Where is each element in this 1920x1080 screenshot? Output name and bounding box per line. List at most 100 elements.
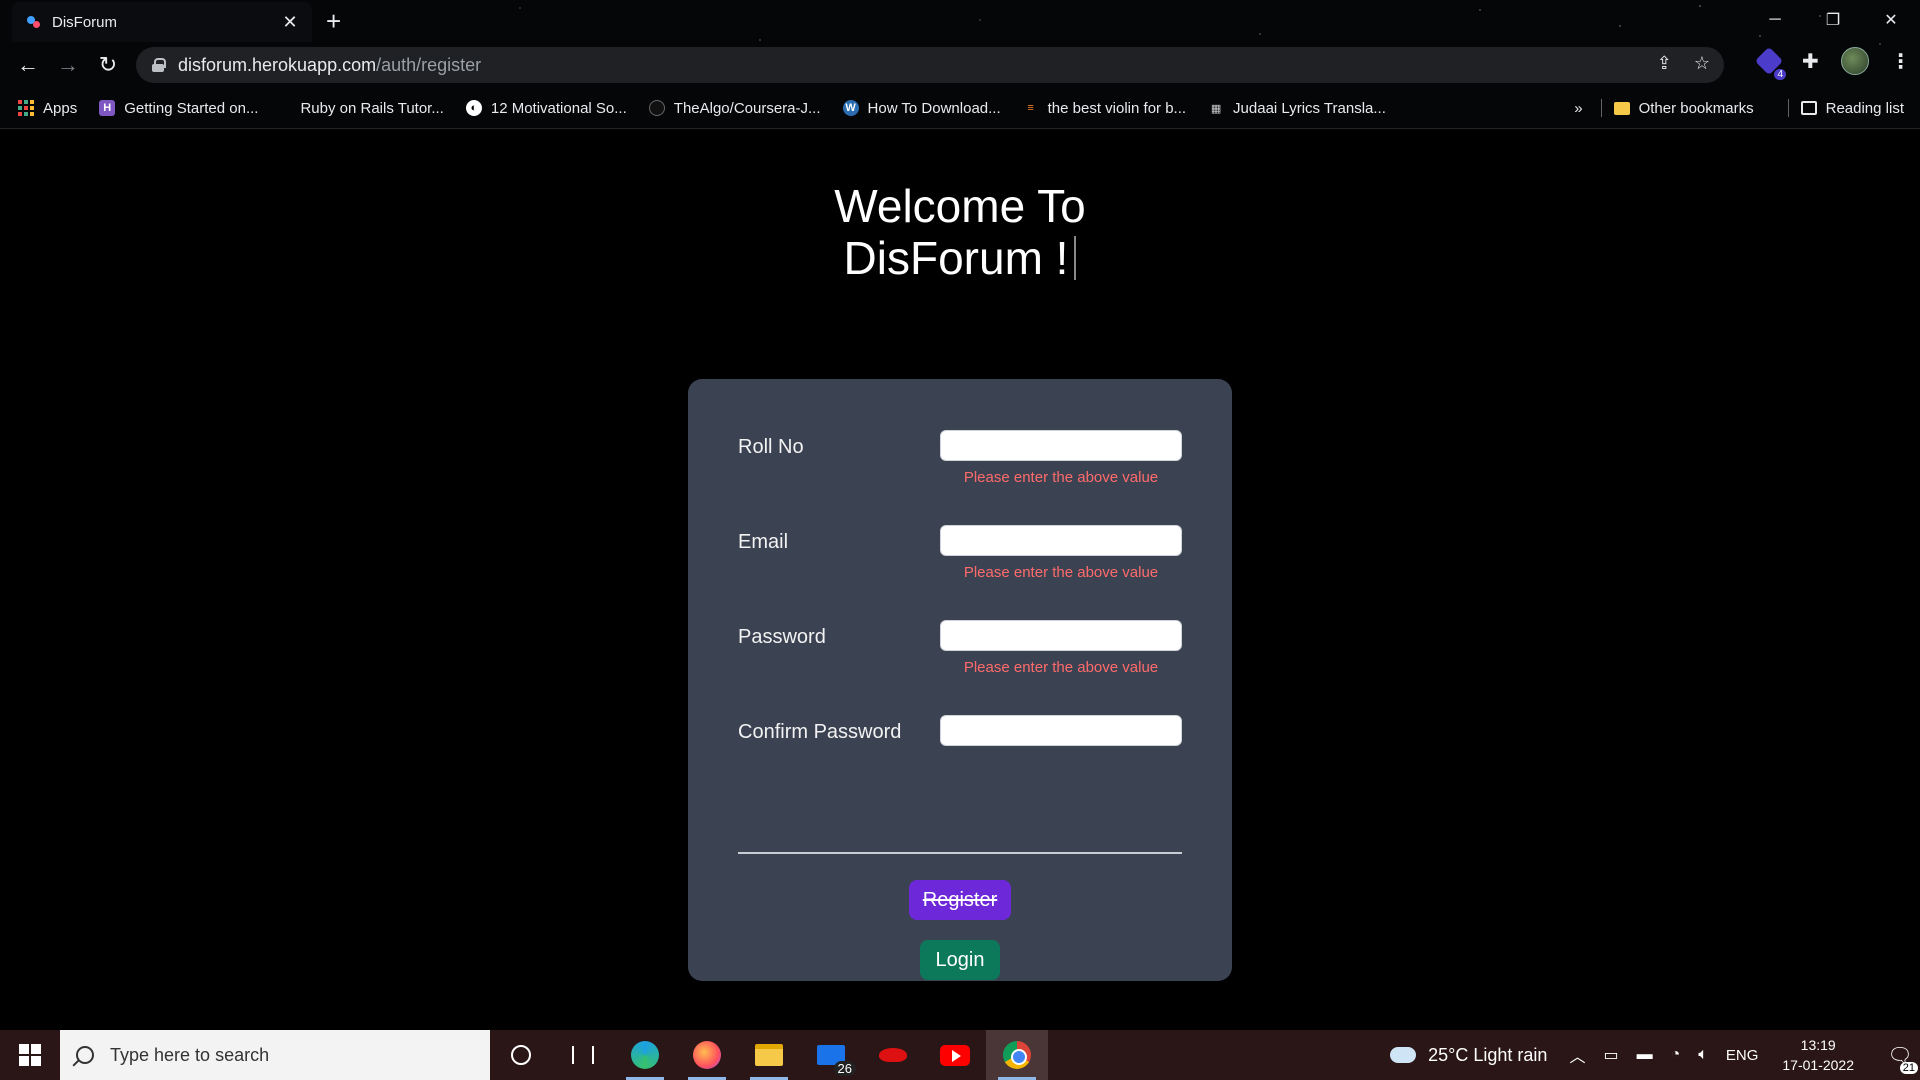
volume-icon[interactable]: 🔈︎ — [1698, 1046, 1708, 1064]
browser-frame: DisForum ✕ + ─ ❐ ✕ ← → ↻ disforum.heroku… — [0, 0, 1920, 130]
globe-icon: ◐ — [465, 100, 482, 116]
battery-icon[interactable]: ▬ — [1637, 1046, 1653, 1064]
bookmark-ruby-on-rails[interactable]: Ruby on Rails Tutor... — [300, 100, 443, 117]
bookmark-apps[interactable]: Apps — [18, 100, 77, 117]
bookmark-label: Ruby on Rails Tutor... — [300, 99, 444, 117]
start-button[interactable] — [0, 1030, 60, 1080]
bookmark-label: 12 Motivational So... — [490, 99, 627, 117]
url-path: /auth/register — [376, 54, 482, 75]
bookmarks-divider — [1787, 99, 1789, 117]
email-label: Email — [738, 531, 789, 553]
meet-now-icon[interactable]: ▭ — [1603, 1045, 1618, 1065]
stackoverflow-icon: ≡ — [1027, 102, 1034, 114]
profile-avatar[interactable] — [1840, 47, 1869, 75]
taskbar-file-explorer[interactable] — [738, 1030, 800, 1080]
tab-close-icon[interactable]: ✕ — [280, 12, 300, 33]
register-button[interactable]: Register — [909, 880, 1011, 920]
bookmarks-overflow-icon[interactable]: » — [1574, 100, 1582, 117]
taskbar-chrome[interactable] — [986, 1030, 1048, 1080]
form-divider — [738, 852, 1182, 854]
system-tray: 25°C Light rain ︿ ▭ ▬ ◔ 🔈︎ ENG 13:19 17-… — [1390, 1030, 1920, 1080]
bookmark-label: How To Download... — [867, 99, 1001, 117]
task-view-icon — [572, 1046, 594, 1064]
red-app-icon — [879, 1048, 907, 1062]
clock[interactable]: 13:19 17-01-2022 — [1782, 1035, 1854, 1075]
login-button[interactable]: Login — [920, 940, 1000, 980]
bookmark-judaai-lyrics[interactable]: ▦ Judaai Lyrics Transla... — [1208, 100, 1386, 117]
taskbar-search-placeholder: Type here to search — [110, 1044, 270, 1065]
new-tab-button[interactable]: + — [326, 6, 341, 36]
page-divider — [0, 128, 1920, 129]
bookmark-thealgo[interactable]: TheAlgo/Coursera-J... — [648, 99, 821, 117]
taskbar-youtube[interactable] — [924, 1030, 986, 1080]
other-bookmarks[interactable]: Other bookmarks — [1613, 100, 1754, 117]
bookmark-label: Apps — [43, 99, 78, 117]
password-input[interactable] — [940, 620, 1182, 651]
clock-time: 13:19 — [1800, 1037, 1836, 1053]
bookmark-best-violin[interactable]: ≡ the best violin for b... — [1023, 100, 1186, 117]
share-icon[interactable]: ⇪ — [1657, 53, 1672, 74]
github-icon — [648, 100, 665, 116]
window-controls: ─ ❐ ✕ — [1746, 0, 1920, 40]
folder-icon — [1613, 101, 1630, 115]
bookmark-motivational[interactable]: ◐ 12 Motivational So... — [465, 99, 627, 117]
password-error: Please enter the above value — [963, 659, 1159, 676]
title-line-2: DisForum ! — [843, 232, 1069, 284]
minimize-icon[interactable]: ─ — [1746, 0, 1804, 40]
title-line-1: Welcome To — [834, 180, 1086, 232]
confirm-password-input[interactable] — [940, 715, 1182, 746]
taskbar-firefox[interactable] — [676, 1030, 738, 1080]
bookmark-how-to-download[interactable]: W How To Download... — [842, 99, 1001, 117]
forward-icon[interactable]: → — [48, 45, 88, 85]
lock-icon[interactable] — [152, 58, 166, 72]
bookmark-label: TheAlgo/Coursera-J... — [673, 99, 821, 117]
tab-title: DisForum — [52, 13, 118, 31]
reload-icon[interactable]: ↻ — [88, 45, 128, 85]
browser-tab[interactable]: DisForum ✕ — [12, 2, 312, 42]
notification-center[interactable]: 🗨︎ 21 — [1880, 1030, 1920, 1080]
roll-no-input[interactable] — [940, 430, 1182, 461]
browser-toolbar: ← → ↻ disforum.herokuapp.com/auth/regist… — [0, 42, 1920, 88]
bookmark-star-icon[interactable]: ☆ — [1694, 53, 1710, 74]
password-label: Password — [738, 626, 826, 648]
bookmark-label: Getting Started on... — [124, 99, 259, 117]
chevron-up-icon[interactable]: ︿ — [1569, 1043, 1585, 1067]
confirm-password-label: Confirm Password — [738, 721, 902, 743]
email-error: Please enter the above value — [963, 564, 1159, 581]
extension-badge: 4 — [1774, 69, 1786, 80]
clapper-icon: ▦ — [1210, 102, 1222, 115]
search-icon — [76, 1046, 94, 1064]
cloud-rain-icon[interactable] — [1390, 1047, 1417, 1063]
task-view-button[interactable] — [552, 1030, 614, 1080]
taskbar-edge[interactable] — [614, 1030, 676, 1080]
address-bar[interactable]: disforum.herokuapp.com/auth/register ⇪ ☆ — [136, 47, 1724, 83]
language-indicator[interactable]: ENG — [1726, 1047, 1759, 1064]
taskbar-mail[interactable]: 26 — [800, 1030, 862, 1080]
roll-no-error: Please enter the above value — [963, 469, 1159, 486]
extension-icon[interactable]: 4 — [1754, 46, 1786, 80]
page-title: Welcome To DisForum ! — [0, 180, 1920, 284]
cortana-icon — [511, 1045, 531, 1065]
text-cursor — [1074, 236, 1077, 280]
bookmarks-bar: Apps H Getting Started on... Ruby on Rai… — [0, 93, 1920, 123]
windows-taskbar: Type here to search 26 25°C Light rain ︿… — [0, 1030, 1920, 1080]
url-host: disforum.herokuapp.com — [178, 54, 377, 75]
cortana-button[interactable] — [490, 1030, 552, 1080]
weather-text[interactable]: 25°C Light rain — [1428, 1045, 1547, 1066]
register-page: Welcome To DisForum ! Roll No Please ent… — [0, 130, 1920, 1030]
taskbar-red-app[interactable] — [862, 1030, 924, 1080]
email-input[interactable] — [940, 525, 1182, 556]
close-window-icon[interactable]: ✕ — [1862, 0, 1920, 40]
extensions-puzzle-icon[interactable]: ✚ — [1802, 49, 1819, 74]
bookmark-getting-started[interactable]: H Getting Started on... — [99, 100, 258, 117]
bookmarks-divider — [1600, 99, 1602, 117]
roll-no-label: Roll No — [738, 436, 804, 458]
reading-list-label: Reading list — [1825, 99, 1904, 117]
reading-list[interactable]: Reading list — [1800, 99, 1904, 117]
taskbar-search[interactable]: Type here to search — [60, 1030, 490, 1080]
menu-kebab-icon[interactable]: ⋮ — [1891, 49, 1911, 74]
youtube-icon — [940, 1044, 970, 1066]
back-icon[interactable]: ← — [8, 45, 48, 85]
restore-icon[interactable]: ❐ — [1804, 0, 1862, 40]
wifi-icon[interactable]: ◔ — [1671, 1046, 1681, 1064]
